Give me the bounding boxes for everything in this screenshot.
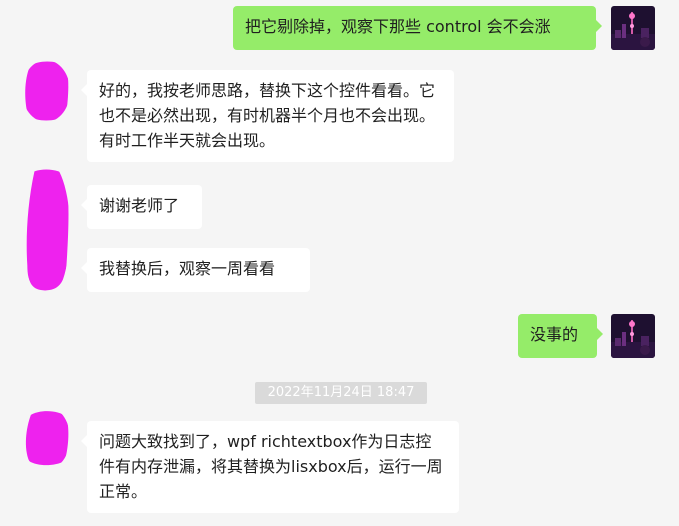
message-bubble-incoming[interactable]: 谢谢老师了: [81, 185, 202, 229]
message-bubble-incoming[interactable]: 问题大致找到了，wpf richtextbox作为日志控件有内存泄漏，将其替换为…: [81, 421, 459, 513]
avatar-city-night-icon: [611, 314, 655, 358]
message-bubble-outgoing[interactable]: 没事的: [518, 314, 603, 358]
message-bubble-outgoing[interactable]: 把它剔除掉，观察下那些 control 会不会涨: [233, 6, 602, 50]
redacted-avatar-icon: [25, 61, 69, 121]
message-bubble-incoming[interactable]: 好的，我按老师思路，替换下这个控件看看。它也不是必然出现，有时机器半个月也不会出…: [81, 70, 454, 162]
self-avatar[interactable]: [611, 6, 655, 50]
timestamp: 2022年11月24日 18:47: [255, 382, 427, 404]
self-avatar[interactable]: [611, 314, 655, 358]
redacted-avatar-icon: [26, 169, 69, 291]
avatar-city-night-icon: [611, 6, 655, 50]
redacted-avatar-icon: [25, 411, 69, 466]
message-bubble-incoming[interactable]: 我替换后，观察一周看看: [81, 248, 310, 292]
